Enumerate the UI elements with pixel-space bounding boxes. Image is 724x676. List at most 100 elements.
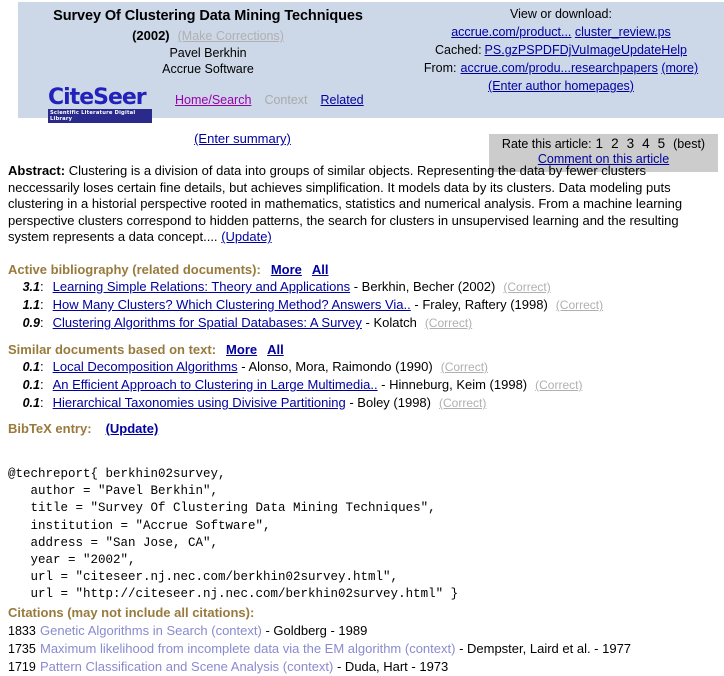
correct-link[interactable]: (Correct) — [503, 280, 550, 294]
rate-article-row: Rate this article: 1 2 3 4 5 (best) — [489, 136, 718, 151]
active-bibliography-heading: Active bibliography (related documents):… — [8, 262, 603, 277]
bibtex-heading-text: BibTeX entry: — [8, 421, 92, 436]
bibliography-title-link[interactable]: Learning Simple Relations: Theory and Ap… — [53, 279, 351, 294]
paper-header-banner: Survey Of Clustering Data Mining Techniq… — [18, 2, 724, 123]
from-link-researchpapers[interactable]: researchpapers — [571, 61, 658, 75]
rate-value-1[interactable]: 1 — [596, 136, 604, 151]
list-item: 0.9: Clustering Algorithms for Spatial Da… — [8, 314, 603, 332]
similar-document-title-link[interactable]: Local Decomposition Algorithms — [53, 359, 238, 374]
list-item: 1833 Genetic Algorithms in Search (contex… — [8, 622, 631, 640]
citation-title-link[interactable]: Genetic Algorithms in Search (context) — [40, 623, 262, 638]
similar-document-authors-year: - Boley (1998) — [345, 395, 431, 410]
list-item: 1735 Maximum likelihood from incomplete d… — [8, 640, 631, 658]
download-panel: View or download: accrue.com/product... … — [398, 4, 724, 94]
citations-rows: 1833 Genetic Algorithms in Search (contex… — [8, 622, 631, 676]
rate-value-2[interactable]: 2 — [611, 136, 619, 151]
nav-item-context[interactable]: Context — [264, 93, 307, 107]
similar-documents-section: Similar documents based on text: More All … — [8, 342, 582, 412]
citation-count: 1833 — [8, 624, 36, 638]
similarity-score: 0.1 — [22, 360, 40, 374]
page-title: Survey Of Clustering Data Mining Techniq… — [53, 8, 363, 24]
cached-link-djvu[interactable]: DjVu — [560, 43, 587, 57]
rate-value-4[interactable]: 4 — [642, 136, 650, 151]
cached-label: Cached: — [434, 43, 482, 57]
cached-link-image[interactable]: Image — [586, 43, 621, 57]
rate-value-5[interactable]: 5 — [658, 136, 666, 151]
cached-link-help[interactable]: Help — [661, 43, 687, 57]
rate-value-3[interactable]: 3 — [627, 136, 635, 151]
similar-documents-more-link[interactable]: More — [226, 342, 257, 357]
bibtex-entry-text: @techreport{ berkhin02survey, author = "… — [8, 467, 459, 602]
list-item: 0.1: Hierarchical Taxonomies using Divisi… — [8, 394, 582, 412]
active-bibliography-heading-text: Active bibliography (related documents): — [8, 262, 261, 277]
author-name: Pavel Berkhin — [169, 46, 247, 60]
score-colon: : — [40, 359, 44, 374]
from-link-more[interactable]: (more) — [661, 61, 698, 75]
similar-document-title-link[interactable]: An Efficient Approach to Clustering in L… — [53, 377, 378, 392]
correct-link[interactable]: (Correct) — [441, 360, 488, 374]
score-colon: : — [40, 279, 44, 294]
from-label: From: — [423, 61, 457, 75]
primary-nav: Home/Search Context Related — [175, 87, 377, 107]
abstract-label: Abstract: — [8, 163, 66, 178]
enter-summary-row: (Enter summary) — [0, 131, 485, 146]
similar-documents-all-link[interactable]: All — [267, 342, 284, 357]
correct-link[interactable]: (Correct) — [425, 316, 472, 330]
similarity-score: 0.1 — [22, 396, 40, 410]
make-corrections-link[interactable]: (Make Corrections) — [178, 29, 284, 43]
citeseer-logo[interactable]: CiteSeer Scientific Literature Digital L… — [48, 87, 161, 123]
cached-formats-row: Cached: PS.gzPSPDFDjVuImageUpdateHelp — [398, 42, 724, 58]
similar-document-authors-year: - Hinneburg, Keim (1998) — [377, 377, 528, 392]
abstract-update-link[interactable]: (Update) — [221, 229, 272, 244]
similar-documents-heading-text: Similar documents based on text: — [8, 342, 217, 357]
cached-link-pdf[interactable]: PDF — [535, 43, 560, 57]
active-bibliography-more-link[interactable]: More — [271, 262, 302, 277]
view-or-download-label: View or download: — [510, 7, 612, 21]
active-bibliography-rows: 3.1: Learning Simple Relations: Theory an… — [8, 278, 604, 332]
bibliography-authors-year: - Fraley, Raftery (1998) — [410, 297, 548, 312]
abstract-text: Clustering is a division of data into gr… — [8, 163, 683, 245]
citation-title-link[interactable]: Maximum likelihood from incomplete data … — [40, 641, 455, 656]
relevance-score: 3.1 — [22, 280, 40, 294]
score-colon: : — [40, 377, 44, 392]
correct-link[interactable]: (Correct) — [439, 396, 486, 410]
citations-section: Citations (may not include all citations… — [8, 605, 631, 676]
bibliography-title-link[interactable]: Clustering Algorithms for Spatial Databa… — [53, 315, 362, 330]
bibtex-update-link[interactable]: (Update) — [106, 421, 159, 436]
from-link-domain[interactable]: accrue.com/produ... — [461, 61, 571, 75]
citeseer-logo-tagline: Scientific Literature Digital Library — [48, 109, 152, 123]
download-links-row: accrue.com/product... cluster_review.ps — [398, 24, 724, 40]
similar-documents-rows: 0.1: Local Decomposition Algorithms - Alo… — [8, 358, 583, 412]
nav-item-related[interactable]: Related — [321, 93, 364, 107]
cached-link-update[interactable]: Update — [621, 43, 661, 57]
similar-document-authors-year: - Alonso, Mora, Raimondo (1990) — [237, 359, 433, 374]
cached-link-ps[interactable]: PS — [518, 43, 535, 57]
branding-and-nav: CiteSeer Scientific Literature Digital L… — [48, 87, 377, 123]
enter-author-homepages-link[interactable]: (Enter author homepages) — [488, 79, 634, 93]
citations-heading: Citations (may not include all citations… — [8, 605, 255, 620]
similar-documents-heading: Similar documents based on text: More All — [8, 342, 582, 357]
list-item: 0.1: An Efficient Approach to Clustering … — [8, 376, 583, 394]
relevance-score: 0.9 — [22, 316, 40, 330]
download-link-source[interactable]: accrue.com/product... — [451, 25, 571, 39]
relevance-score: 1.1 — [22, 298, 40, 312]
citeseer-logo-wordmark: CiteSeer — [48, 85, 147, 110]
citation-authors-year: - Goldberg - 1989 — [261, 623, 368, 638]
correct-link[interactable]: (Correct) — [556, 298, 603, 312]
list-item: 3.1: Learning Simple Relations: Theory an… — [8, 278, 603, 296]
active-bibliography-all-link[interactable]: All — [312, 262, 329, 277]
enter-summary-link[interactable]: (Enter summary) — [194, 131, 291, 146]
year-and-corrections-row: (2002) (Make Corrections) — [18, 28, 398, 43]
from-row: From: accrue.com/produ...researchpapers (… — [398, 60, 724, 76]
list-item: 1719 Pattern Classification and Scene Ana… — [8, 658, 631, 676]
download-link-file[interactable]: cluster_review.ps — [575, 25, 671, 39]
score-colon: : — [40, 297, 44, 312]
publication-year: (2002) — [132, 28, 170, 43]
correct-link[interactable]: (Correct) — [535, 378, 582, 392]
bibliography-authors-year: - Berkhin, Becher (2002) — [350, 279, 496, 294]
score-colon: : — [40, 315, 44, 330]
cached-link-psgz[interactable]: PS.gz — [485, 43, 518, 57]
bibliography-title-link[interactable]: How Many Clusters? Which Clustering Meth… — [53, 297, 411, 312]
nav-item-home-search[interactable]: Home/Search — [175, 93, 251, 107]
similar-document-title-link[interactable]: Hierarchical Taxonomies using Divisive P… — [53, 395, 346, 410]
